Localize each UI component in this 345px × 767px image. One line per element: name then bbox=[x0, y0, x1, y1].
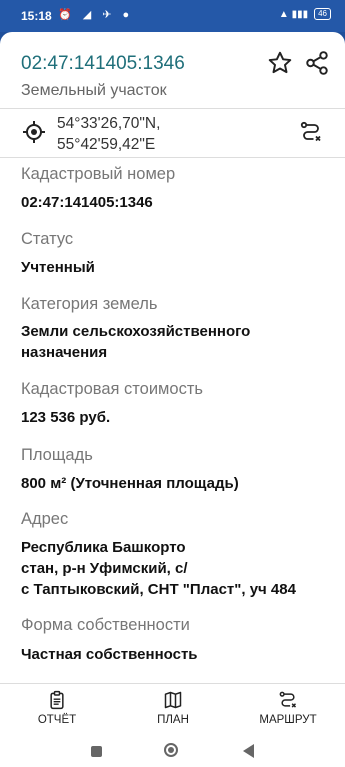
field-label-area: Площадь bbox=[21, 446, 93, 464]
field-value-area: 800 м² (Уточненная площадь) bbox=[21, 473, 239, 494]
report-label: ОТЧЁТ bbox=[37, 714, 77, 726]
value-line: Земли сельскохозяйственного bbox=[21, 323, 251, 340]
coordinates-text[interactable]: 54°33'26,70"N, 55°42'59,42"E bbox=[57, 113, 160, 155]
object-type: Земельный участок bbox=[21, 82, 167, 99]
battery-icon: 46 bbox=[314, 8, 331, 20]
field-value-land-category: Земли сельскохозяйственного назначения bbox=[21, 321, 250, 363]
field-value-cadastral-value: 123 536 руб. bbox=[21, 407, 110, 428]
longitude: 55°42'59,42"E bbox=[57, 136, 156, 153]
signal-icon: ▲ ▮▮▮ bbox=[278, 8, 309, 20]
value-line: Частная собственность bbox=[21, 646, 198, 663]
target-icon[interactable] bbox=[22, 120, 46, 144]
value-line: с Таптыковский, СНТ "Пласт", уч 484 bbox=[21, 581, 296, 598]
system-icons: ▲ ▮▮▮ 46 bbox=[279, 8, 331, 20]
route-icon[interactable] bbox=[299, 120, 323, 144]
status-time: 15:18 bbox=[21, 9, 52, 23]
route-button[interactable]: МАРШРУТ bbox=[243, 690, 333, 726]
cadastral-title: 02:47:141405:1346 bbox=[21, 53, 185, 74]
back-icon[interactable] bbox=[243, 744, 254, 758]
field-value-ownership: Частная собственность bbox=[21, 644, 198, 665]
field-label-ownership: Форма собственности bbox=[21, 616, 190, 634]
field-label-cadastral-number: Кадастровый номер bbox=[21, 165, 176, 183]
field-value-status: Учтенный bbox=[21, 257, 95, 278]
report-icon bbox=[50, 690, 64, 710]
plan-button[interactable]: ПЛАН bbox=[128, 690, 218, 726]
route-label: МАРШРУТ bbox=[259, 714, 317, 726]
latitude: 54°33'26,70"N, bbox=[57, 115, 161, 132]
notification-icons: ⏰ ◢ ✈ ● bbox=[58, 9, 134, 21]
map-icon bbox=[164, 691, 182, 709]
value-line: 02:47:141405:1346 bbox=[21, 194, 153, 211]
home-icon[interactable] bbox=[164, 743, 178, 757]
bottom-action-bar: ОТЧЁТ ПЛАН МАРШРУТ bbox=[0, 683, 345, 738]
details-sheet: 02:47:141405:1346 Земельный участок 54°3… bbox=[0, 32, 345, 767]
recents-icon[interactable] bbox=[91, 746, 102, 757]
field-label-status: Статус bbox=[21, 230, 74, 248]
plan-label: ПЛАН bbox=[157, 714, 189, 726]
share-icon[interactable] bbox=[304, 50, 330, 76]
field-label-land-category: Категория земель bbox=[21, 295, 158, 313]
star-icon[interactable] bbox=[267, 50, 293, 76]
report-button[interactable]: ОТЧЁТ bbox=[12, 690, 102, 726]
value-line: стан, р-н Уфимский, с/ bbox=[21, 560, 188, 577]
system-nav-bar bbox=[0, 737, 345, 767]
field-label-cadastral-value: Кадастровая стоимость bbox=[21, 380, 203, 398]
route-icon bbox=[279, 691, 297, 708]
value-line: 123 536 руб. bbox=[21, 409, 111, 426]
value-line: 800 м² (Уточненная площадь) bbox=[21, 475, 239, 492]
field-label-address: Адрес bbox=[21, 510, 69, 528]
value-line: назначения bbox=[21, 344, 108, 361]
status-bar: 15:18 ⏰ ◢ ✈ ● ▲ ▮▮▮ 46 bbox=[0, 0, 345, 32]
value-line: Учтенный bbox=[21, 259, 95, 276]
value-line: Республика Башкорто bbox=[21, 539, 186, 556]
coordinates-row[interactable]: 54°33'26,70"N, 55°42'59,42"E bbox=[0, 108, 345, 158]
field-value-address: Республика Башкорто стан, р-н Уфимский, … bbox=[21, 537, 296, 600]
field-value-cadastral-number: 02:47:141405:1346 bbox=[21, 192, 153, 213]
